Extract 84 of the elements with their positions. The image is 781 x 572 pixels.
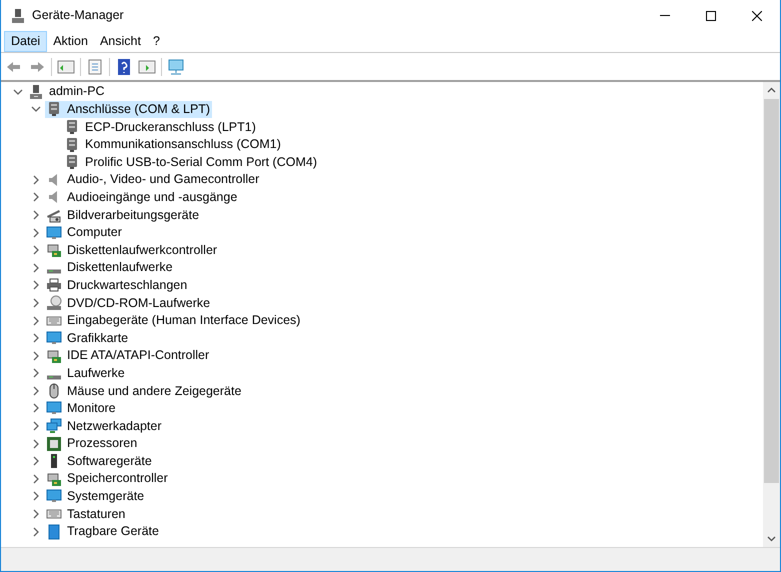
processor-icon <box>46 436 62 452</box>
expand-chevron-icon[interactable] <box>31 316 41 326</box>
expand-chevron-icon[interactable] <box>31 403 41 414</box>
expand-chevron-icon[interactable] <box>31 421 41 432</box>
tree-item[interactable]: Eingabegeräte (Human Interface Devices) <box>45 312 302 330</box>
expand-chevron-icon[interactable] <box>31 350 41 361</box>
monitor-icon <box>46 224 62 241</box>
scrollbar[interactable] <box>763 82 780 547</box>
expand-chevron-icon[interactable] <box>31 333 41 344</box>
tree-item[interactable]: Grafikkarte <box>45 329 130 347</box>
port-icon <box>64 154 80 170</box>
expand-chevron-icon[interactable] <box>31 509 41 520</box>
tree-item[interactable]: Prolific USB-to-Serial Comm Port (COM4) <box>63 153 319 171</box>
expand-chevron-icon[interactable] <box>31 262 41 273</box>
computer-icon <box>28 84 44 100</box>
disc-drive-icon <box>46 294 62 311</box>
tree-item[interactable]: Laufwerke <box>45 364 127 382</box>
expand-chevron-icon[interactable] <box>31 245 41 256</box>
printer-icon <box>46 277 62 294</box>
tree-item[interactable]: Prozessoren <box>45 434 140 452</box>
tree-item[interactable]: IDE ATA/ATAPI-Controller <box>45 346 212 364</box>
drive-icon <box>47 269 61 274</box>
tree-item[interactable]: Softwaregeräte <box>45 452 154 470</box>
menu-item[interactable]: Aktion <box>47 31 94 52</box>
expand-chevron-icon[interactable] <box>31 368 41 378</box>
tree-item[interactable]: Tragbare Geräte <box>45 522 161 540</box>
monitor-icon <box>46 488 62 504</box>
close-icon <box>752 10 762 20</box>
controller-card-icon <box>46 470 62 487</box>
expand-chevron-icon[interactable] <box>31 174 41 185</box>
menu-item[interactable]: ? <box>146 31 166 52</box>
controller-card-icon <box>46 348 62 364</box>
expand-chevron-icon[interactable] <box>31 474 41 484</box>
scroll-thumb[interactable] <box>764 99 779 483</box>
minimize-icon <box>660 15 670 16</box>
monitor-scan-icon[interactable] <box>167 58 185 76</box>
maximize-icon <box>706 10 716 20</box>
expand-chevron-icon[interactable] <box>31 438 41 449</box>
menu-item[interactable]: Datei <box>4 31 48 52</box>
tree-item[interactable]: Computer <box>45 224 124 242</box>
tree-item[interactable]: Diskettenlaufwerkcontroller <box>45 241 220 259</box>
tree-item[interactable]: Druckwarteschlangen <box>45 276 190 294</box>
network-icon <box>46 418 62 434</box>
tree-item[interactable]: Monitore <box>45 400 118 418</box>
tree-item[interactable]: Speichercontroller <box>45 470 170 488</box>
window-title: Geräte-Manager <box>32 7 124 24</box>
expand-chevron-icon[interactable] <box>31 456 41 466</box>
help-icon[interactable] <box>115 58 133 76</box>
controller-card-icon <box>46 242 62 258</box>
monitor-icon <box>46 400 62 416</box>
device-manager-icon <box>10 8 26 24</box>
tree-item[interactable]: Mäuse und andere Zeigegeräte <box>45 382 244 400</box>
collapse-chevron-icon[interactable] <box>13 86 23 97</box>
port-icon <box>64 118 80 135</box>
tree-item[interactable]: Audioeingänge und -ausgänge <box>45 188 240 206</box>
expand-chevron-icon[interactable] <box>31 280 41 290</box>
expand-chevron-icon[interactable] <box>31 192 41 202</box>
monitor-icon <box>46 330 62 346</box>
port-icon <box>46 101 62 118</box>
menu-item[interactable]: Ansicht <box>94 31 147 52</box>
tree-item[interactable]: Diskettenlaufwerke <box>45 258 175 277</box>
tree-item[interactable]: Systemgeräte <box>45 488 146 506</box>
tree-item[interactable]: Bildverarbeitungsgeräte <box>45 206 202 224</box>
expand-chevron-icon[interactable] <box>31 298 41 308</box>
tree-item[interactable]: Tastaturen <box>45 505 128 523</box>
expand-chevron-icon[interactable] <box>31 386 41 396</box>
portable-device-icon <box>46 524 62 540</box>
expand-chevron-icon[interactable] <box>31 526 41 537</box>
expand-chevron-icon[interactable] <box>31 210 41 220</box>
tree-item[interactable]: Audio-, Video- und Gamecontroller <box>45 170 262 189</box>
drive-icon <box>47 374 61 380</box>
tree-item[interactable]: Kommunikationsanschluss (COM1) <box>63 136 283 154</box>
tree-item[interactable]: Netzwerkadapter <box>45 417 164 435</box>
tree-item[interactable]: ECP-Druckeranschluss (LPT1) <box>63 118 258 136</box>
tree-item[interactable]: DVD/CD-ROM-Laufwerke <box>45 294 212 312</box>
tree-item[interactable]: Anschlüsse (COM & LPT) <box>45 100 212 118</box>
tree-item[interactable]: admin-PC <box>27 83 107 101</box>
properties-window-icon[interactable] <box>57 58 75 76</box>
expand-chevron-icon[interactable] <box>31 491 41 502</box>
run-window-icon[interactable] <box>138 58 156 76</box>
expand-chevron-icon[interactable] <box>31 228 41 238</box>
document-list-icon[interactable] <box>86 58 104 76</box>
port-icon <box>64 136 80 153</box>
collapse-chevron-icon[interactable] <box>31 104 41 114</box>
